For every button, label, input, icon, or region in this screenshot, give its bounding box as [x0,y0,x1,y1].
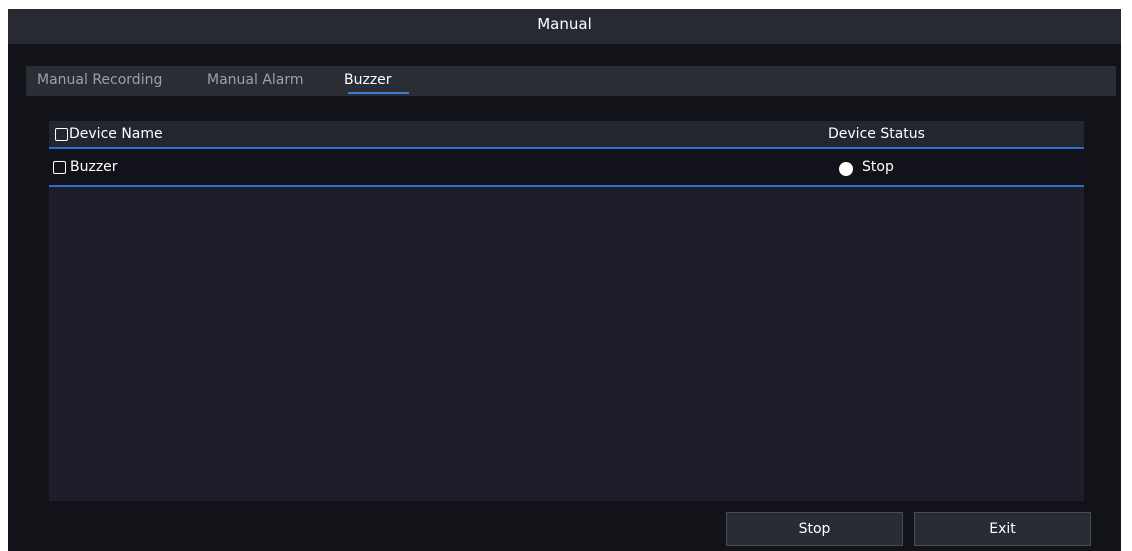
stop-button[interactable]: Stop [726,512,903,546]
column-header-device-status: Device Status [828,126,925,142]
device-name-cell: Buzzer [70,159,118,175]
tab-manual-alarm[interactable]: Manual Alarm [207,72,304,96]
status-indicator-icon [839,162,853,176]
table-row[interactable]: Buzzer Stop [49,149,1084,187]
select-all-checkbox[interactable] [55,128,68,141]
row-checkbox[interactable] [53,161,66,174]
column-header-device-name: Device Name [69,126,163,142]
tab-bar: Manual Recording Manual Alarm Buzzer [26,66,1116,96]
device-status-cell: Stop [862,159,894,175]
device-table: Device Name Device Status Buzzer Stop [49,121,1084,501]
manual-dialog: Manual Manual Recording Manual Alarm Buz… [8,9,1121,551]
active-tab-indicator [348,92,409,94]
table-header: Device Name Device Status [49,121,1084,149]
tab-manual-recording[interactable]: Manual Recording [37,72,162,96]
exit-button[interactable]: Exit [914,512,1091,546]
dialog-title: Manual [8,9,1121,44]
